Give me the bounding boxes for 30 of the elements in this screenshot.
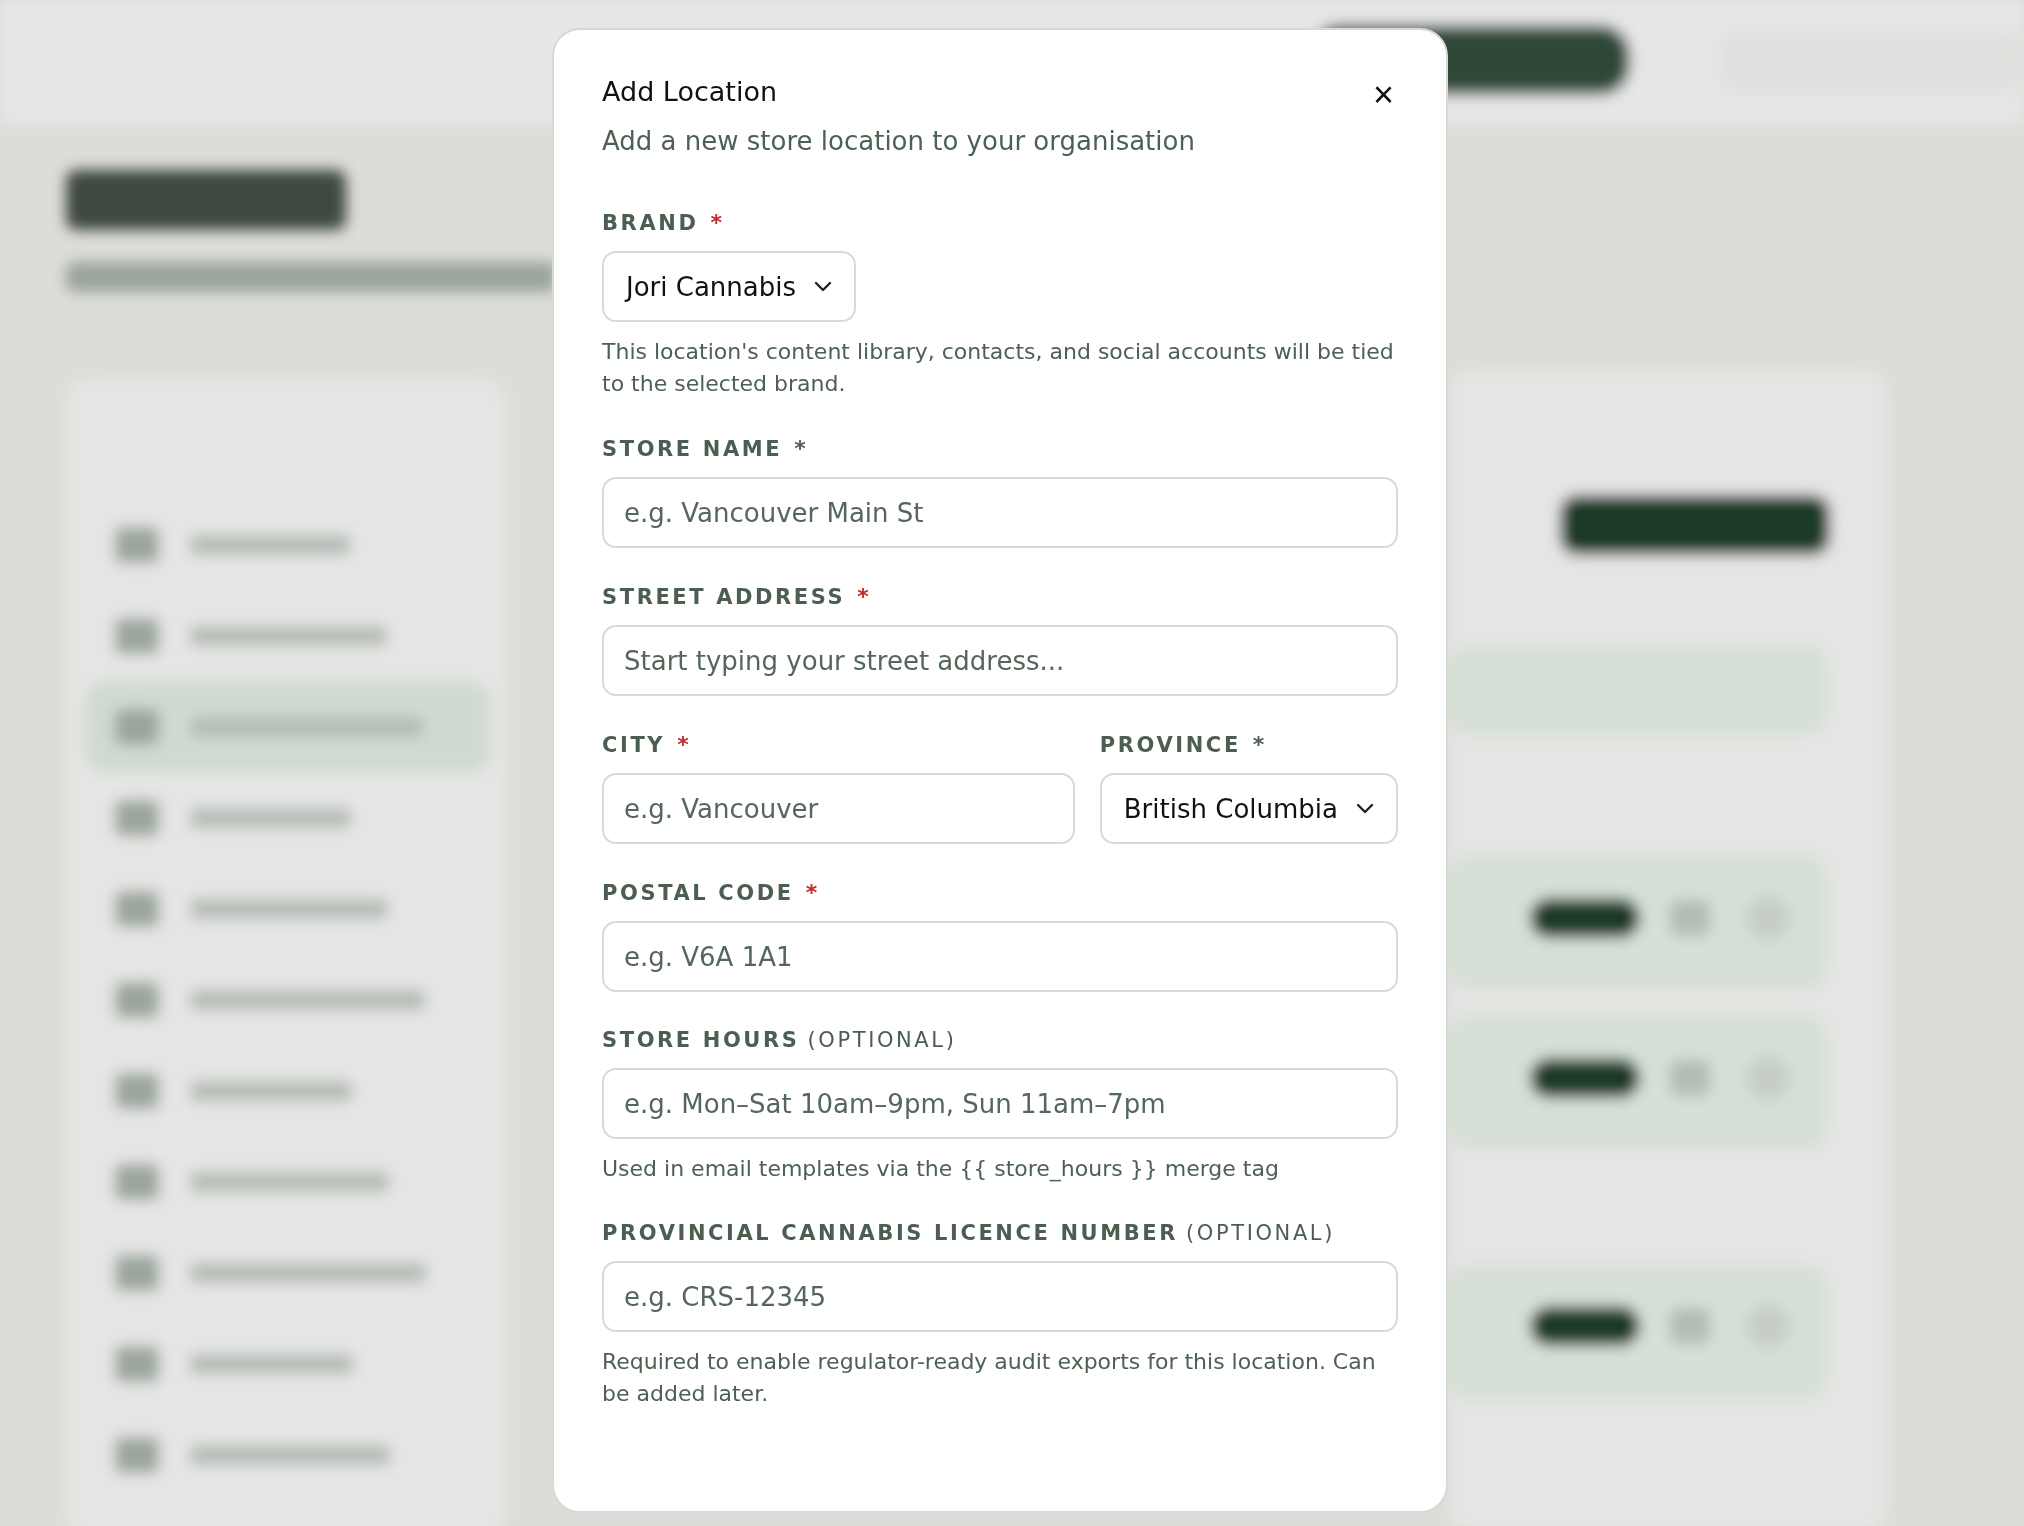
required-asterisk: * bbox=[710, 210, 722, 235]
text-field[interactable]: e.g. V6A 1A1 bbox=[602, 921, 1398, 992]
optional-note: (OPTIONAL) bbox=[1186, 1221, 1335, 1245]
dialog-title: Add Location bbox=[602, 75, 778, 109]
required-asterisk: * bbox=[1252, 732, 1265, 757]
field-label: STREET ADDRESS bbox=[602, 585, 846, 609]
text-field[interactable]: e.g. Vancouver Main St bbox=[602, 477, 1398, 548]
field-label: POSTAL CODE bbox=[602, 881, 794, 905]
dialog-subtitle: Add a new store location to your organisation bbox=[602, 126, 1196, 156]
help-text: Required to enable regulator-ready audit exports for this location. Can be added later. bbox=[602, 1348, 1377, 1408]
field-label: STORE NAME bbox=[602, 437, 783, 461]
field-label: BRAND bbox=[602, 211, 699, 235]
close-button[interactable]: × bbox=[1368, 76, 1398, 114]
optional-note: (OPTIONAL) bbox=[807, 1028, 957, 1052]
text-field[interactable]: e.g. Vancouver bbox=[602, 773, 1075, 844]
text-field[interactable]: e.g. Mon–Sat 10am–9pm, Sun 11am–7pm bbox=[602, 1068, 1398, 1139]
help-text: This location's content library, contacts, and social accounts will be tied to the selected brand. bbox=[602, 338, 1395, 398]
required-asterisk: * bbox=[794, 436, 806, 461]
text-field[interactable]: e.g. CRS-12345 bbox=[602, 1261, 1398, 1332]
text-field[interactable]: Start typing your street address... bbox=[602, 625, 1398, 696]
dropdown[interactable]: British Columbia bbox=[1099, 773, 1398, 844]
field-label: PROVINCE bbox=[1099, 733, 1241, 757]
help-text: Used in email templates via the {{ store_hours }} merge tag bbox=[602, 1155, 1280, 1184]
required-asterisk: * bbox=[857, 584, 869, 609]
required-asterisk: * bbox=[677, 732, 689, 757]
required-asterisk: * bbox=[805, 880, 818, 905]
field-label: CITY bbox=[602, 733, 666, 757]
dropdown[interactable]: Jori Cannabis bbox=[602, 251, 856, 322]
field-label: PROVINCIAL CANNABIS LICENCE NUMBER bbox=[602, 1221, 1179, 1245]
field-label: STORE HOURS bbox=[602, 1028, 800, 1052]
